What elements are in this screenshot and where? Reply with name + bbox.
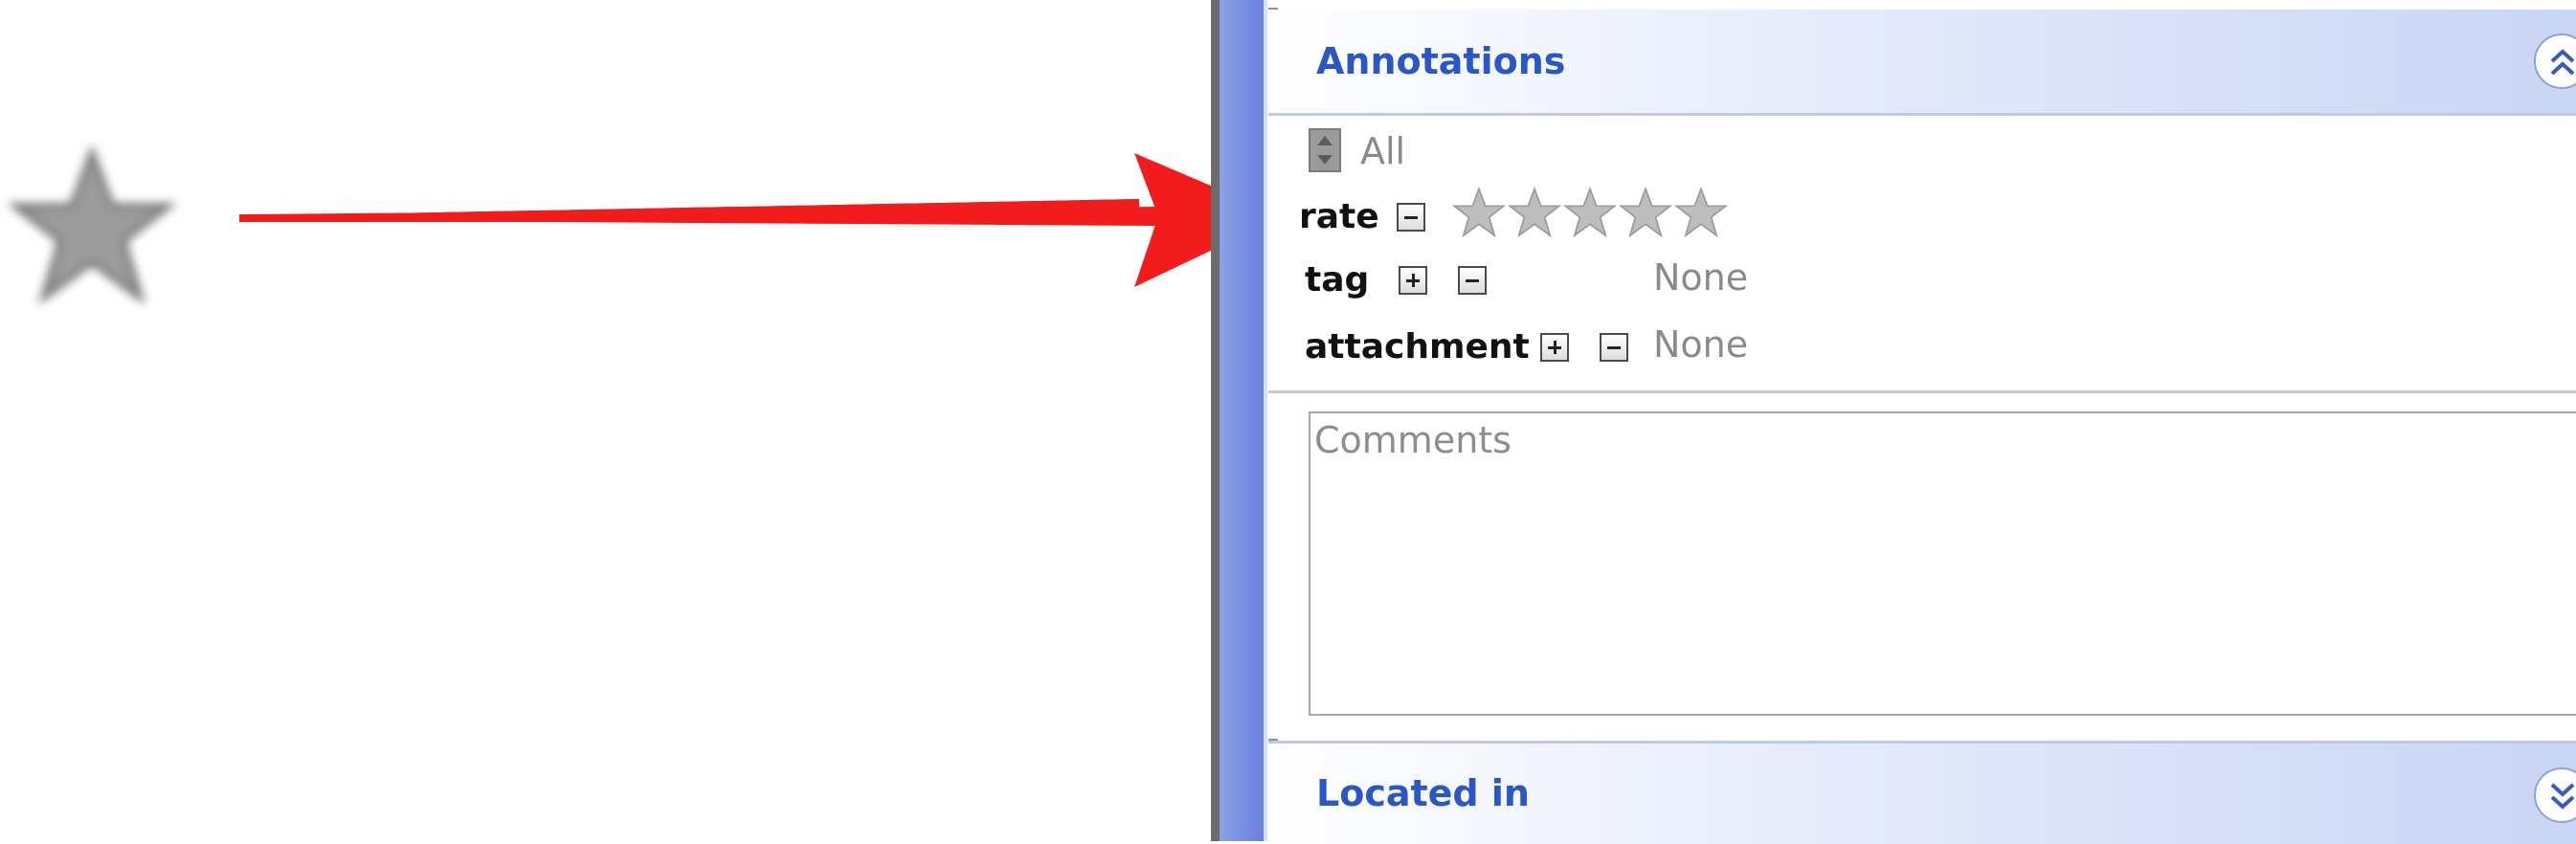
rate-label: rate bbox=[1299, 197, 1379, 236]
comments-box bbox=[1309, 411, 2576, 716]
panel-splitter[interactable] bbox=[1211, 0, 1220, 841]
rate-star-5[interactable] bbox=[1674, 186, 1728, 239]
rate-clear-button[interactable] bbox=[1397, 203, 1425, 232]
rate-star-1[interactable] bbox=[1452, 186, 1506, 239]
annotations-section-header[interactable]: Annotations bbox=[1268, 10, 2576, 116]
expand-located-in-button[interactable] bbox=[2534, 767, 2576, 823]
filter-all-label: All bbox=[1360, 130, 1406, 172]
tag-label: tag bbox=[1305, 260, 1370, 300]
collapse-annotations-button[interactable] bbox=[2534, 33, 2576, 89]
pointer-arrow bbox=[239, 153, 1283, 287]
filter-spinner[interactable] bbox=[1309, 128, 1341, 172]
add-tag-button[interactable] bbox=[1399, 266, 1427, 295]
comments-input[interactable] bbox=[1310, 413, 2576, 714]
add-attachment-button[interactable] bbox=[1540, 333, 1569, 362]
panel-strip-edge bbox=[1264, 0, 1267, 841]
remove-attachment-button[interactable] bbox=[1600, 333, 1628, 362]
annotations-title: Annotations bbox=[1316, 40, 1566, 82]
annotations-side-panel: Annotations All rate tag None attachment… bbox=[1211, 0, 2576, 844]
located-in-title: Located in bbox=[1316, 772, 1530, 814]
attachment-label: attachment bbox=[1305, 327, 1530, 366]
rate-star-4[interactable] bbox=[1619, 186, 1672, 239]
tag-value: None bbox=[1653, 256, 1749, 299]
located-in-section-header[interactable]: Located in bbox=[1268, 741, 2576, 844]
attachment-value: None bbox=[1653, 323, 1749, 366]
rate-star-3[interactable] bbox=[1563, 186, 1617, 239]
double-chevron-down-icon bbox=[2550, 783, 2575, 810]
remove-tag-button[interactable] bbox=[1458, 266, 1487, 295]
rate-star-2[interactable] bbox=[1508, 186, 1561, 239]
double-chevron-up-icon bbox=[2550, 49, 2575, 76]
panel-task-pane-strip bbox=[1220, 0, 1264, 841]
section-divider bbox=[1268, 390, 2576, 393]
star-icon bbox=[8, 144, 176, 305]
